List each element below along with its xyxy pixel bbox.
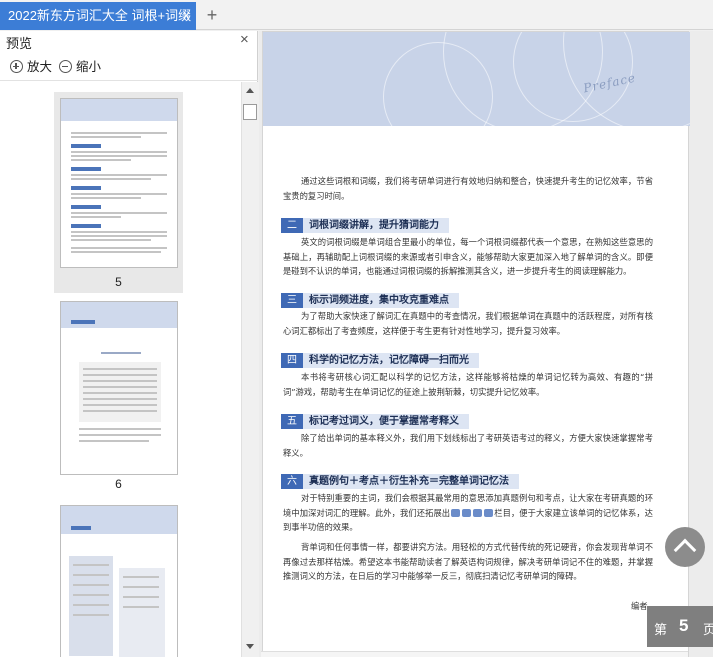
horizontal-scrollbar[interactable]: [261, 651, 688, 657]
zoom-out-button[interactable]: 缩小: [59, 58, 101, 76]
thumbnail-image: [60, 505, 178, 657]
signature: 编者: [631, 601, 648, 611]
thumbnail-scrollbar[interactable]: [241, 82, 258, 657]
page-header-decoration: Preface: [263, 32, 690, 126]
section-number: 五: [281, 414, 303, 429]
tab-bar: 2022新东方词汇大全 词根+词缀 × +: [0, 0, 713, 30]
section-paragraph: 本书将考研核心词汇配以科学的记忆方法，这样能够将枯燥的单词记忆转为高效、有趣的“…: [283, 372, 653, 397]
pdf-viewer-window: 2022新东方词汇大全 词根+词缀 × + 预览 × 放大 缩小 5 6 Pre…: [0, 0, 713, 657]
document-page: Preface 通过这些词根和词缀，我们将考研单词进行有效地归纳和整合，快速提升…: [262, 31, 690, 657]
section-number: 三: [281, 293, 303, 308]
preview-toolbar: 放大 缩小: [0, 53, 258, 81]
section-title: 科学的记忆方法，记忆障碍一扫而光: [303, 353, 479, 368]
new-tab-button[interactable]: +: [204, 4, 220, 26]
intro-paragraph: 通过这些词根和词缀，我们将考研单词进行有效地归纳和整合，快速提升考生的记忆效率，…: [283, 176, 653, 201]
scroll-down-arrow-icon[interactable]: [246, 644, 254, 649]
section-paragraph: 对于特别重要的主词，我们会根据其最常用的意思添加真题例句和考点，让大家在考研真题…: [283, 491, 653, 535]
preview-close-icon[interactable]: ×: [240, 31, 249, 48]
zoom-out-icon: [59, 60, 72, 73]
page-indicator-suffix: 页: [703, 622, 713, 637]
closing-paragraph: 背单词和任何事情一样，都要讲究方法。用轻松的方式代替传统的死记硬背，你会发现背单…: [283, 542, 653, 581]
preview-header: 预览 ×: [0, 31, 258, 51]
zoom-in-button[interactable]: 放大: [10, 58, 52, 76]
document-view[interactable]: Preface 通过这些词根和词缀，我们将考研单词进行有效地归纳和整合，快速提升…: [259, 31, 713, 657]
scroll-up-arrow-icon[interactable]: [246, 88, 254, 93]
section-number: 六: [281, 474, 303, 489]
thumbnail-page-7[interactable]: [54, 501, 183, 657]
current-page-number: 5: [679, 616, 689, 635]
page-number-label: 5: [115, 275, 122, 289]
tab-close-icon[interactable]: ×: [182, 2, 190, 30]
scrollbar-thumb[interactable]: [243, 104, 257, 120]
column-icons: [450, 508, 494, 518]
zoom-in-icon: [10, 60, 23, 73]
page-indicator: 第 5 页: [647, 606, 713, 647]
section-paragraph: 除了给出单词的基本释义外，我们用下划线标出了考研英语考过的释义，方便大家快速掌握…: [283, 433, 653, 458]
document-tab[interactable]: 2022新东方词汇大全 词根+词缀 ×: [0, 2, 196, 30]
section-title: 词根词缀讲解，提升猜词能力: [303, 218, 449, 233]
thumbnail-list: 5 6: [0, 82, 240, 657]
tab-title: 2022新东方词汇大全 词根+词缀: [8, 8, 192, 23]
section-number: 四: [281, 353, 303, 368]
page-indicator-prefix: 第: [654, 622, 668, 637]
section-paragraph: 为了帮助大家快速了解词汇在真题中的考查情况，我们根据单词在真题中的活跃程度，对所…: [283, 311, 653, 336]
page-number-label: 6: [115, 477, 122, 491]
preview-panel: 预览 × 放大 缩小 5 6: [0, 31, 258, 657]
thumbnail-image: [60, 301, 178, 475]
section-number: 二: [281, 218, 303, 233]
zoom-out-label: 缩小: [76, 60, 102, 74]
thumbnail-page-5[interactable]: 5: [54, 92, 183, 293]
thumbnail-page-6[interactable]: 6: [54, 297, 183, 497]
preview-title: 预览: [6, 36, 33, 51]
section-paragraph: 英文的词根词缀是单词组合里最小的单位，每一个词根词缀都代表一个意思，在熟知这些意…: [283, 237, 653, 276]
zoom-in-label: 放大: [27, 60, 53, 74]
section-title: 标记考过词义，便于掌握常考释义: [303, 414, 469, 429]
section-title: 标示词频进度，集中攻克重难点: [303, 293, 459, 308]
thumbnail-image: [60, 98, 178, 268]
section-title: 真题例句＋考点＋衍生补充＝完整单词记忆法: [303, 474, 519, 489]
scroll-to-top-icon[interactable]: [665, 527, 705, 567]
